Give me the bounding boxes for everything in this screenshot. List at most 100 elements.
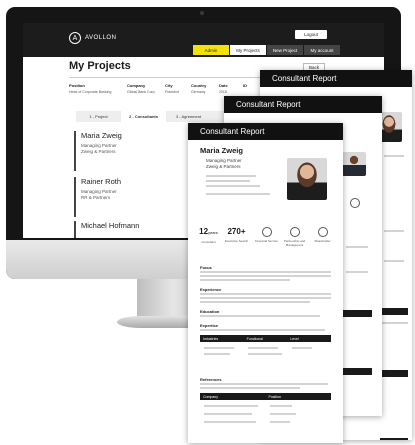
column-header: Industries <box>203 336 219 341</box>
tab-admin[interactable]: Admin <box>193 45 229 55</box>
column-header: Company <box>203 394 218 399</box>
tab-my-account[interactable]: My account <box>304 45 340 55</box>
text-line <box>248 347 278 349</box>
references-table-header: Company Position <box>200 393 331 400</box>
tab-my-projects[interactable]: My Projects <box>230 45 266 55</box>
project-col-position: Position Head of Corporate Banking <box>69 83 111 94</box>
report-header-bar: Consultant Report <box>188 123 343 140</box>
report-consultant-photo <box>287 158 327 200</box>
cell-value: Global Bank Corp. <box>127 90 156 94</box>
report-firm-line: Zweig & Partners <box>206 164 241 170</box>
tab-new-project[interactable]: New Project <box>267 45 303 55</box>
report-sheet-front: Consultant Report Maria Zweig Managing P… <box>188 123 343 443</box>
text-line <box>200 387 300 389</box>
consultant-firm: Zweig & Partners <box>81 148 116 154</box>
contact-line <box>206 193 270 195</box>
stat-financial-service: Financial Service <box>254 227 279 243</box>
column-header: Country <box>191 83 207 88</box>
text-line <box>270 421 290 423</box>
text-line <box>204 421 256 423</box>
text-line <box>204 347 234 349</box>
report-header-bar: Consultant Report <box>260 70 412 87</box>
consultant-role: Managing Partner RR & Partners <box>81 189 184 201</box>
text-line <box>200 315 320 317</box>
table-header <box>380 370 408 377</box>
main-tabs: Admin My Projects New Project My account <box>193 45 341 55</box>
text-line <box>346 246 368 248</box>
column-header: City <box>165 83 173 88</box>
text-line <box>204 405 258 407</box>
table-header <box>342 368 372 375</box>
cell-value: 2018 <box>219 90 227 94</box>
project-col-id: ID <box>243 83 247 90</box>
contact-line <box>206 175 256 177</box>
text-line <box>384 155 404 157</box>
step-agreement[interactable]: 3 - Agreement <box>166 111 211 122</box>
consultant-photo <box>342 152 366 176</box>
project-col-date: Date 2018 <box>219 83 228 94</box>
project-col-country: Country Germany <box>191 83 206 94</box>
consultant-role: Managing Partner Zweig & Partners <box>81 143 184 155</box>
consultant-card[interactable]: Maria Zweig Managing Partner Zweig & Par… <box>74 131 214 171</box>
consultant-card[interactable]: Michael Hofmann <box>74 221 214 238</box>
text-line <box>384 230 404 232</box>
column-header: Position <box>69 83 85 88</box>
stat-label: Consultant <box>201 240 216 244</box>
column-header: Level <box>290 336 299 341</box>
table-header <box>342 310 372 317</box>
consultant-name: Maria Zweig <box>81 131 122 140</box>
cell-value: Germany <box>191 90 206 94</box>
text-line <box>200 329 325 331</box>
step-consultants[interactable]: 2 - Consultants <box>121 111 166 122</box>
app-logo[interactable]: A AVOLLON <box>69 32 116 44</box>
consultant-name: Rainer Roth <box>81 177 122 186</box>
stat-label: Executive Search <box>224 239 249 243</box>
text-line <box>200 275 331 277</box>
cell-value: Frankfurt <box>165 90 180 94</box>
report-title: Consultant Report <box>236 100 301 109</box>
report-consultant-name: Maria Zweig <box>200 146 243 155</box>
step-project[interactable]: 1 - Project <box>76 111 121 122</box>
financial-badge-icon <box>261 227 272 237</box>
consultant-card[interactable]: Rainer Roth Managing Partner RR & Partne… <box>74 177 214 217</box>
report-header-bar: Consultant Report <box>224 96 382 113</box>
stat-unit: years <box>208 230 218 235</box>
column-header: Position <box>268 394 281 399</box>
column-header: ID <box>243 83 247 88</box>
stat-label: Partnership and Management <box>283 239 306 247</box>
consultant-firm: RR & Partners <box>81 194 111 200</box>
stat-partnership: Partnership and Management <box>282 227 307 247</box>
stat-value: 12 <box>199 227 209 236</box>
expertise-table-header: Industries Functional Level <box>200 335 331 342</box>
stat-label: Financial Service <box>255 239 278 243</box>
stat-label: Shareholder <box>314 239 331 243</box>
app-header: A AVOLLON Logout Admin My Projects New P… <box>23 23 384 57</box>
text-line <box>384 260 404 262</box>
text-line <box>200 383 328 385</box>
report-title: Consultant Report <box>272 74 337 83</box>
contact-line <box>206 180 250 182</box>
logout-button[interactable]: Logout <box>295 30 327 39</box>
text-line <box>248 353 282 355</box>
text-line <box>200 271 331 273</box>
column-header: Company <box>127 83 146 88</box>
partnership-badge-icon <box>289 227 300 237</box>
stat-shareholder: Shareholder <box>310 227 335 243</box>
stat-value: 270+ <box>227 227 246 236</box>
logo-icon: A <box>69 32 81 44</box>
section-expertise: Expertise <box>200 323 219 328</box>
text-line <box>270 413 296 415</box>
text-line <box>200 301 310 303</box>
report-consultant-role: Managing Partner Zweig & Partners <box>206 158 242 170</box>
text-line <box>200 293 331 295</box>
product-composition: A AVOLLON Logout Admin My Projects New P… <box>0 0 415 445</box>
text-line <box>346 271 368 273</box>
table-header <box>380 438 408 440</box>
text-line <box>292 347 312 349</box>
page-title: My Projects <box>69 60 131 72</box>
badge-icon <box>350 198 360 208</box>
section-focus: Focus <box>200 265 212 270</box>
text-line <box>380 322 408 324</box>
logo-text: AVOLLON <box>85 35 117 41</box>
contact-line <box>206 185 260 187</box>
